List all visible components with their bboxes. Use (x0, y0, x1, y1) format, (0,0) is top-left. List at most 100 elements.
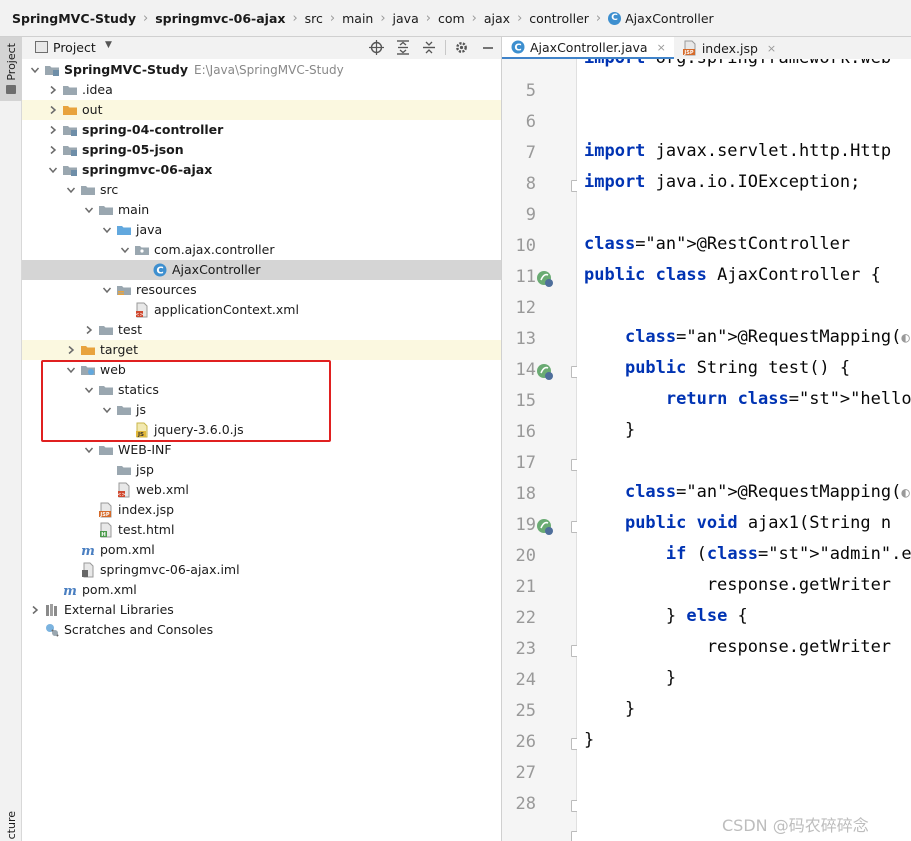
tree-item-name: .idea (82, 82, 113, 97)
chevron-down-icon[interactable] (102, 225, 112, 235)
tree-row[interactable]: <> applicationContext.xml (22, 300, 501, 320)
tree-item-label: main (118, 202, 149, 217)
project-panel-title[interactable]: Project (53, 40, 96, 55)
folder-icon (6, 85, 16, 94)
tree-row[interactable]: java (22, 220, 501, 240)
breadcrumb-item[interactable]: SpringMVC-Study (12, 0, 136, 37)
code-line[interactable]: if (class="st">"admin".equals(nam (584, 544, 911, 564)
code-line[interactable]: import org.springframework.web (584, 59, 891, 68)
code-line[interactable]: return class="st">"hello"; (584, 389, 911, 409)
editor-tab[interactable]: C AjaxController.java × (502, 37, 674, 59)
structure-tool-label[interactable]: cture (5, 811, 18, 839)
code-line[interactable]: public String test() { (584, 358, 850, 378)
tree-item-label: test.html (118, 522, 174, 537)
chevron-right-icon[interactable] (66, 345, 76, 355)
tree-row[interactable]: target (22, 340, 501, 360)
chevron-down-icon[interactable] (84, 445, 94, 455)
svg-text:C: C (514, 43, 521, 54)
tree-row[interactable]: JSP index.jsp (22, 500, 501, 520)
line-number: 20 (515, 546, 536, 566)
breadcrumb-item[interactable]: C AjaxController (608, 0, 714, 37)
breadcrumb-label: ajax (483, 10, 511, 26)
chevron-down-icon[interactable]: ▼ (105, 40, 112, 50)
breadcrumb-item[interactable]: src (305, 0, 323, 37)
code-line[interactable]: } (584, 668, 676, 688)
tree-row[interactable]: main (22, 200, 501, 220)
chevron-down-icon[interactable] (120, 245, 130, 255)
tree-row[interactable]: com.ajax.controller (22, 240, 501, 260)
line-number: 18 (515, 484, 536, 504)
tree-item-name: AjaxController (172, 262, 261, 277)
expand-all-icon[interactable] (396, 40, 410, 55)
tree-row[interactable]: src (22, 180, 501, 200)
tree-row[interactable]: resources (22, 280, 501, 300)
chevron-down-icon[interactable] (102, 285, 112, 295)
code-line[interactable]: class="an">@RestController (584, 234, 850, 254)
editor-tab[interactable]: JSP index.jsp × (674, 37, 784, 59)
tree-row[interactable]: test (22, 320, 501, 340)
chevron-down-icon[interactable] (48, 165, 58, 175)
breadcrumb-item[interactable]: ajax (484, 0, 510, 37)
chevron-down-icon[interactable] (66, 185, 76, 195)
close-icon[interactable]: × (657, 41, 666, 54)
tree-item-label: target (100, 342, 138, 357)
minimize-icon[interactable] (481, 40, 495, 55)
tree-row[interactable]: C AjaxController (22, 260, 501, 280)
tree-row[interactable]: SpringMVC-Study E:\Java\SpringMVC-Study (22, 60, 501, 80)
tree-row[interactable]: springmvc-06-ajax.iml (22, 560, 501, 580)
tree-item-label: springmvc-06-ajax.iml (100, 562, 240, 577)
folder-icon (80, 182, 96, 198)
project-tool-tab[interactable]: Project (0, 37, 22, 101)
tree-item-name: main (118, 202, 150, 217)
spring-bean-icon[interactable] (536, 270, 554, 288)
chevron-down-icon[interactable] (84, 205, 94, 215)
breadcrumb-item[interactable]: springmvc-06-ajax (155, 0, 285, 37)
breadcrumb-separator: › (142, 10, 149, 26)
gear-icon[interactable] (454, 40, 469, 55)
code-line[interactable]: response.getWriter (584, 575, 891, 595)
chevron-right-icon[interactable] (30, 605, 40, 615)
spring-mapping-icon[interactable] (536, 518, 554, 536)
code-line[interactable]: } else { (584, 606, 748, 626)
code-line[interactable]: } (584, 699, 635, 719)
tree-row[interactable]: Htest.html (22, 520, 501, 540)
locate-icon[interactable] (369, 40, 384, 55)
tree-row[interactable]: m pom.xml (22, 580, 501, 600)
tree-row[interactable]: spring-05-json (22, 140, 501, 160)
code-editor[interactable]: import org.springframework.web import jav… (577, 59, 911, 841)
collapse-all-icon[interactable] (422, 40, 436, 55)
breadcrumb-item[interactable]: controller (529, 0, 589, 37)
close-icon[interactable]: × (767, 42, 776, 55)
code-line[interactable]: response.getWriter (584, 637, 891, 657)
toolbar-divider (445, 40, 446, 55)
code-line[interactable]: } (584, 730, 594, 750)
tree-row[interactable]: External Libraries (22, 600, 501, 620)
tree-item-name: jsp (136, 462, 154, 477)
spring-mapping-icon[interactable] (536, 363, 554, 381)
code-line[interactable]: class="an">@RequestMapping(◐∨class="st s… (584, 482, 911, 502)
chevron-right-icon[interactable] (48, 145, 58, 155)
breadcrumb-item[interactable]: com (438, 0, 465, 37)
tree-row[interactable]: m pom.xml (22, 540, 501, 560)
code-line[interactable]: public void ajax1(String n (584, 513, 891, 533)
code-line[interactable]: public class AjaxController { (584, 265, 881, 285)
chevron-down-icon[interactable] (30, 65, 40, 75)
chevron-right-icon[interactable] (48, 85, 58, 95)
chevron-right-icon[interactable] (84, 325, 94, 335)
breadcrumb-item[interactable]: main (342, 0, 373, 37)
breadcrumb-item[interactable]: java (393, 0, 419, 37)
code-line[interactable]: import java.io.IOException; (584, 172, 860, 192)
tree-row[interactable]: jsp (22, 460, 501, 480)
tree-row[interactable]: spring-04-controller (22, 120, 501, 140)
code-line[interactable]: class="an">@RequestMapping(◐∨class="st s… (584, 327, 911, 347)
tree-row[interactable]: WEB-INF (22, 440, 501, 460)
tree-row[interactable]: out (22, 100, 501, 120)
tree-row[interactable]: Scratches and Consoles (22, 620, 501, 640)
tree-row[interactable]: <> web.xml (22, 480, 501, 500)
tree-row[interactable]: .idea (22, 80, 501, 100)
code-line[interactable]: import javax.servlet.http.Http (584, 141, 891, 161)
chevron-right-icon[interactable] (48, 125, 58, 135)
tree-row[interactable]: springmvc-06-ajax (22, 160, 501, 180)
code-line[interactable]: } (584, 420, 635, 440)
chevron-right-icon[interactable] (48, 105, 58, 115)
